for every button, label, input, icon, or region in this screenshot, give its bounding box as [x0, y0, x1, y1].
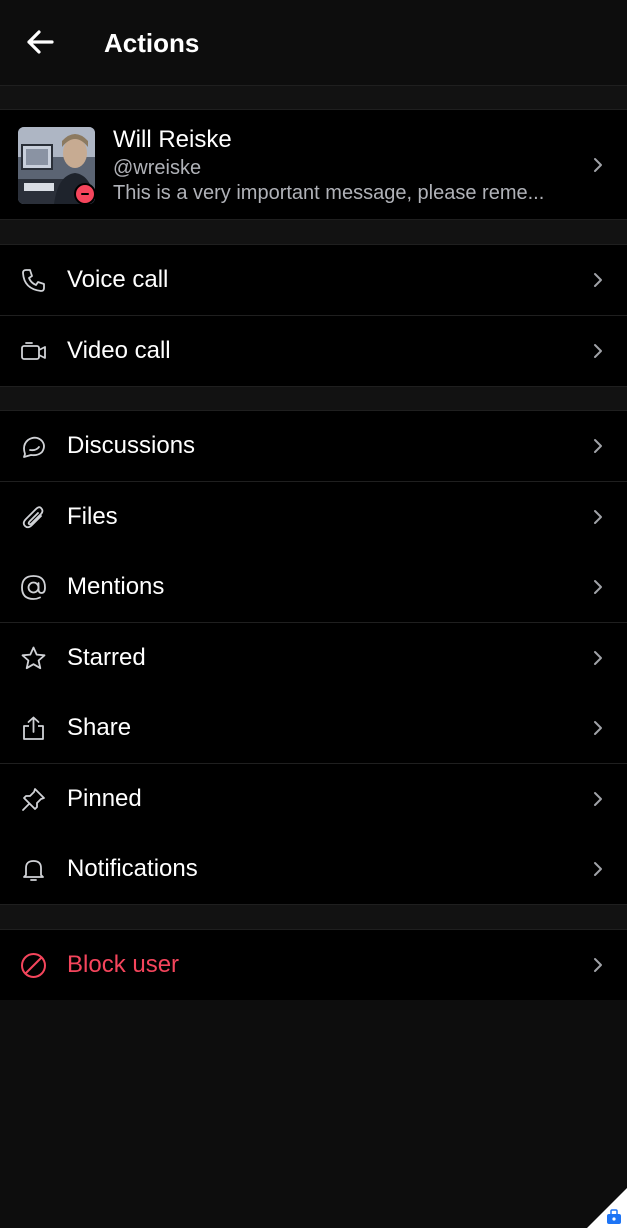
page-title: Actions	[104, 28, 200, 58]
chevron-right-icon	[594, 439, 602, 453]
arrow-left-icon	[27, 30, 54, 54]
mentions-row[interactable]: Mentions	[0, 552, 627, 623]
at-sign-icon	[21, 575, 46, 600]
chevron-right-icon	[594, 344, 602, 358]
chevron-right-icon	[594, 862, 602, 876]
star-icon	[21, 646, 46, 670]
section-divider	[0, 220, 627, 245]
section-divider	[0, 905, 627, 930]
chevron-right-icon	[594, 651, 602, 665]
phone-icon	[22, 269, 45, 292]
block-icon	[21, 953, 46, 978]
discussions-row[interactable]: Discussions	[0, 411, 627, 482]
voice-call-row[interactable]: Voice call	[0, 245, 627, 316]
video-call-row[interactable]: Video call	[0, 316, 627, 387]
share-label: Share	[67, 714, 132, 741]
pinned-label: Pinned	[67, 785, 142, 812]
section-divider	[0, 86, 627, 110]
files-label: Files	[67, 503, 118, 530]
bell-icon	[23, 860, 44, 881]
chevron-right-icon	[594, 958, 602, 972]
starred-label: Starred	[67, 644, 146, 671]
share-row[interactable]: Share	[0, 693, 627, 764]
starred-row[interactable]: Starred	[0, 623, 627, 694]
files-row[interactable]: Files	[0, 482, 627, 553]
section-divider	[0, 387, 627, 411]
pinned-row[interactable]: Pinned	[0, 764, 627, 835]
corner-badge-icon[interactable]	[587, 1188, 627, 1228]
paperclip-icon	[22, 506, 44, 529]
video-camera-icon	[21, 342, 46, 360]
mentions-label: Mentions	[67, 573, 165, 600]
chevron-right-icon	[594, 721, 602, 735]
block-user-row[interactable]: Block user	[0, 930, 627, 1001]
empty-area	[0, 1000, 627, 1228]
chevron-right-icon	[594, 273, 602, 287]
header-bar: Actions	[0, 0, 627, 86]
profile-name: Will Reiske	[113, 126, 232, 153]
status-busy-icon	[74, 183, 96, 205]
share-icon	[23, 716, 44, 740]
pin-icon	[22, 788, 45, 811]
profile-status-message: This is a very important message, please…	[113, 182, 545, 204]
notifications-label: Notifications	[67, 855, 198, 882]
chevron-right-icon	[594, 510, 602, 524]
discussion-icon	[23, 436, 45, 458]
block-user-label: Block user	[67, 951, 180, 978]
voice-call-label: Voice call	[67, 266, 169, 293]
video-call-label: Video call	[67, 337, 171, 364]
chevron-right-icon	[594, 158, 602, 172]
profile-handle: @wreiske	[113, 157, 202, 179]
discussions-label: Discussions	[67, 432, 196, 459]
user-profile-row[interactable]: Will Reiske @wreiske This is a very impo…	[0, 110, 627, 220]
notifications-row[interactable]: Notifications	[0, 834, 627, 905]
back-button[interactable]	[20, 22, 60, 62]
chevron-right-icon	[594, 580, 602, 594]
chevron-right-icon	[594, 792, 602, 806]
